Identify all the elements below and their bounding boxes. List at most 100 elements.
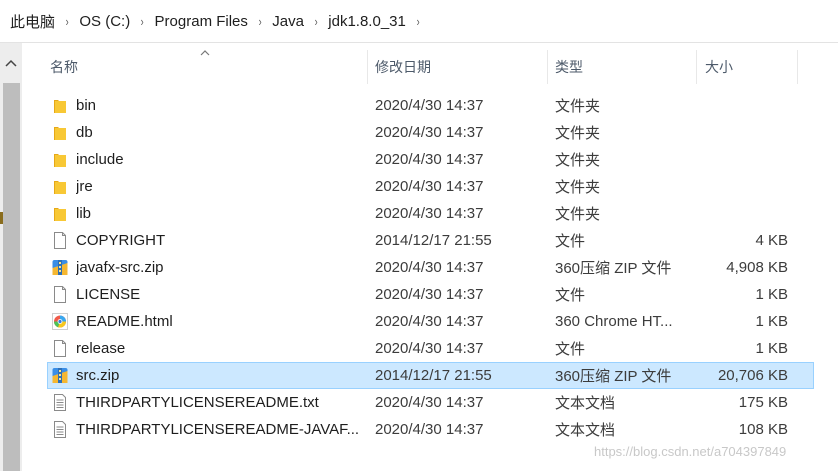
- file-type: 文件夹: [555, 98, 601, 115]
- column-header-row: 名称 修改日期 类型 大小: [22, 50, 838, 84]
- file-size: 175 KB: [738, 394, 788, 411]
- file-modified-date: 2014/12/17 21:55: [375, 232, 492, 249]
- file-row[interactable]: lib 2020/4/30 14:37 文件夹: [22, 200, 838, 227]
- breadcrumb-chevron-icon[interactable]: ›: [412, 14, 423, 29]
- file-name: README.html: [76, 313, 173, 330]
- file-icon: [52, 340, 68, 357]
- folder-icon: [52, 205, 68, 222]
- file-modified-date: 2020/4/30 14:37: [375, 97, 484, 114]
- file-name: jre: [76, 178, 93, 195]
- text-document-icon: [52, 394, 68, 411]
- file-row[interactable]: THIRDPARTYLICENSEREADME-JAVAF... 2020/4/3…: [22, 416, 838, 443]
- file-modified-date: 2020/4/30 14:37: [375, 259, 484, 276]
- file-name: lib: [76, 205, 92, 222]
- window-edge-mark: [0, 212, 3, 224]
- file-row[interactable]: javafx-src.zip 2020/4/30 14:37 360压缩 ZIP 文…: [22, 254, 838, 281]
- file-modified-date: 2020/4/30 14:37: [375, 124, 484, 141]
- breadcrumb-chevron-icon[interactable]: ›: [61, 14, 72, 29]
- sort-ascending-icon: [200, 50, 210, 56]
- column-header-size[interactable]: 大小: [705, 50, 733, 84]
- column-header-date[interactable]: 修改日期: [375, 50, 431, 84]
- file-modified-date: 2020/4/30 14:37: [375, 286, 484, 303]
- file-size: 4 KB: [755, 232, 788, 249]
- file-modified-date: 2020/4/30 14:37: [375, 394, 484, 411]
- file-icon: [52, 286, 68, 303]
- breadcrumb-segment[interactable]: Program Files: [151, 13, 252, 30]
- file-size: [692, 92, 788, 119]
- file-type: 文件夹: [555, 206, 601, 223]
- file-size: 108 KB: [738, 421, 788, 438]
- file-size: 1 KB: [755, 313, 788, 330]
- column-divider[interactable]: [367, 50, 368, 84]
- folder-icon: [52, 178, 68, 195]
- column-divider[interactable]: [797, 50, 798, 84]
- breadcrumb-chevron-icon[interactable]: ›: [310, 14, 321, 29]
- folder-icon: [52, 151, 68, 168]
- vertical-scrollbar[interactable]: [0, 43, 22, 471]
- file-name: db: [76, 124, 93, 141]
- scrollbar-thumb[interactable]: [3, 83, 20, 471]
- scroll-up-button[interactable]: [0, 43, 22, 83]
- breadcrumb-segment[interactable]: jdk1.8.0_31: [324, 13, 410, 30]
- file-type: 文件夹: [555, 152, 601, 169]
- breadcrumb-segment[interactable]: OS (C:): [75, 13, 134, 30]
- zip-archive-icon: [52, 367, 68, 384]
- file-name: src.zip: [76, 367, 120, 384]
- file-row[interactable]: jre 2020/4/30 14:37 文件夹: [22, 173, 838, 200]
- column-header-name[interactable]: 名称: [50, 50, 78, 84]
- file-type: 文件夹: [555, 125, 601, 142]
- file-type: 文件: [555, 233, 586, 250]
- file-name: include: [76, 151, 124, 168]
- browser-html-icon: [52, 313, 68, 330]
- column-header-type[interactable]: 类型: [555, 50, 583, 84]
- file-size: [692, 200, 788, 227]
- file-modified-date: 2020/4/30 14:37: [375, 421, 484, 438]
- file-name: THIRDPARTYLICENSEREADME-JAVAF...: [76, 421, 360, 438]
- file-row[interactable]: LICENSE 2020/4/30 14:37 文件 1 KB: [22, 281, 838, 308]
- file-type: 文本文档: [555, 422, 616, 439]
- breadcrumb-chevron-icon[interactable]: ›: [254, 14, 265, 29]
- watermark-text: https://blog.csdn.net/a704397849: [594, 444, 787, 459]
- file-modified-date: 2020/4/30 14:37: [375, 205, 484, 222]
- file-name: COPYRIGHT: [76, 232, 166, 249]
- file-modified-date: 2020/4/30 14:37: [375, 340, 484, 357]
- file-name: LICENSE: [76, 286, 141, 303]
- file-type: 360 Chrome HT...: [555, 313, 673, 330]
- column-divider[interactable]: [547, 50, 548, 84]
- file-size: 1 KB: [755, 286, 788, 303]
- breadcrumb-chevron-icon[interactable]: ›: [137, 14, 148, 29]
- file-name: bin: [76, 97, 97, 114]
- file-modified-date: 2014/12/17 21:55: [375, 367, 492, 384]
- file-row[interactable]: COPYRIGHT 2014/12/17 21:55 文件 4 KB: [22, 227, 838, 254]
- file-row[interactable]: README.html 2020/4/30 14:37 360 Chrome HT.…: [22, 308, 838, 335]
- file-size: [692, 146, 788, 173]
- file-modified-date: 2020/4/30 14:37: [375, 151, 484, 168]
- file-modified-date: 2020/4/30 14:37: [375, 313, 484, 330]
- file-name: THIRDPARTYLICENSEREADME.txt: [76, 394, 319, 411]
- file-icon: [52, 232, 68, 249]
- file-row[interactable]: src.zip 2014/12/17 21:55 360压缩 ZIP 文件 20,70…: [47, 362, 814, 389]
- file-size: 4,908 KB: [726, 259, 788, 276]
- file-row[interactable]: THIRDPARTYLICENSEREADME.txt 2020/4/30 14:…: [22, 389, 838, 416]
- breadcrumb: 此电脑 › OS (C:) › Program Files › Java › jdk1.8.0_…: [0, 0, 838, 43]
- file-name: release: [76, 340, 126, 357]
- text-document-icon: [52, 421, 68, 438]
- file-row[interactable]: include 2020/4/30 14:37 文件夹: [22, 146, 838, 173]
- folder-icon: [52, 124, 68, 141]
- breadcrumb-segment[interactable]: Java: [268, 13, 308, 30]
- file-type: 文本文档: [555, 395, 616, 412]
- file-size: 20,706 KB: [717, 367, 788, 384]
- file-row[interactable]: bin 2020/4/30 14:37 文件夹: [22, 92, 838, 119]
- file-type: 360压缩 ZIP 文件: [555, 260, 672, 277]
- column-divider[interactable]: [696, 50, 697, 84]
- file-modified-date: 2020/4/30 14:37: [375, 178, 484, 195]
- file-type: 文件: [555, 341, 586, 358]
- breadcrumb-segment[interactable]: 此电脑: [0, 11, 59, 32]
- file-row[interactable]: release 2020/4/30 14:37 文件 1 KB: [22, 335, 838, 362]
- file-type: 360压缩 ZIP 文件: [555, 368, 672, 385]
- file-row[interactable]: db 2020/4/30 14:37 文件夹: [22, 119, 838, 146]
- file-size: 1 KB: [755, 340, 788, 357]
- file-list: bin 2020/4/30 14:37 文件夹 db 2020/4/30 14:37 文件…: [22, 92, 838, 443]
- folder-icon: [52, 97, 68, 114]
- zip-archive-icon: [52, 259, 68, 276]
